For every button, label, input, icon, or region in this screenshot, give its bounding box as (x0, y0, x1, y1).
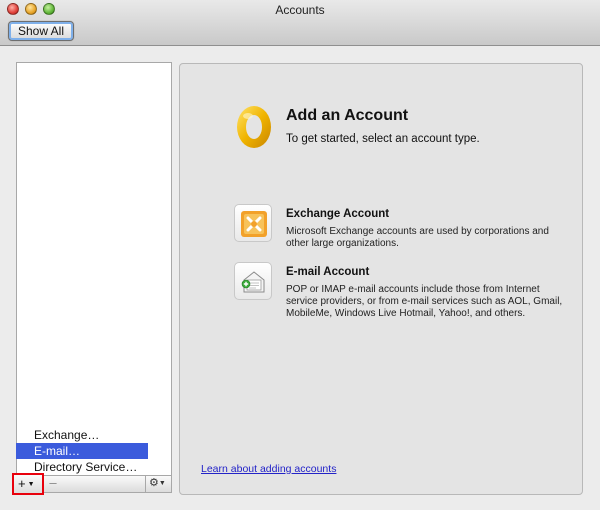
exchange-account-description: Microsoft Exchange accounts are used by … (286, 226, 549, 249)
accounts-window: Accounts Show All Exchange… E-mail… Dire… (0, 0, 600, 510)
exchange-account-title[interactable]: Exchange Account (286, 208, 389, 220)
account-list[interactable] (16, 62, 172, 478)
menu-item-email[interactable]: E-mail… (16, 443, 148, 459)
add-account-menu: Exchange… E-mail… Directory Service… (16, 427, 148, 475)
title-bar: Accounts Show All (0, 0, 600, 46)
add-account-button[interactable]: + ▼ (12, 473, 44, 495)
page-title: Add an Account (286, 107, 409, 124)
learn-about-accounts-link[interactable]: Learn about adding accounts (201, 463, 336, 475)
window-title: Accounts (275, 3, 325, 17)
remove-account-button[interactable]: – (46, 476, 60, 491)
chevron-down-icon: ▼ (27, 481, 35, 488)
gear-icon: ⚙ (149, 477, 159, 489)
exchange-icon (241, 211, 267, 237)
email-account-title[interactable]: E-mail Account (286, 266, 369, 278)
email-account-option[interactable] (234, 262, 272, 300)
menu-item-exchange[interactable]: Exchange… (16, 427, 148, 443)
chevron-down-icon: ▼ (158, 480, 166, 487)
page-subtitle: To get started, select an account type. (286, 133, 480, 145)
plus-icon: + (18, 476, 26, 491)
account-actions-button[interactable]: ⚙▼ (145, 475, 172, 493)
exchange-account-option[interactable] (234, 204, 272, 242)
show-all-button[interactable]: Show All (8, 21, 74, 41)
email-icon (241, 271, 265, 293)
outlook-logo-icon (237, 106, 271, 148)
email-account-description: POP or IMAP e-mail accounts include thos… (286, 284, 563, 319)
